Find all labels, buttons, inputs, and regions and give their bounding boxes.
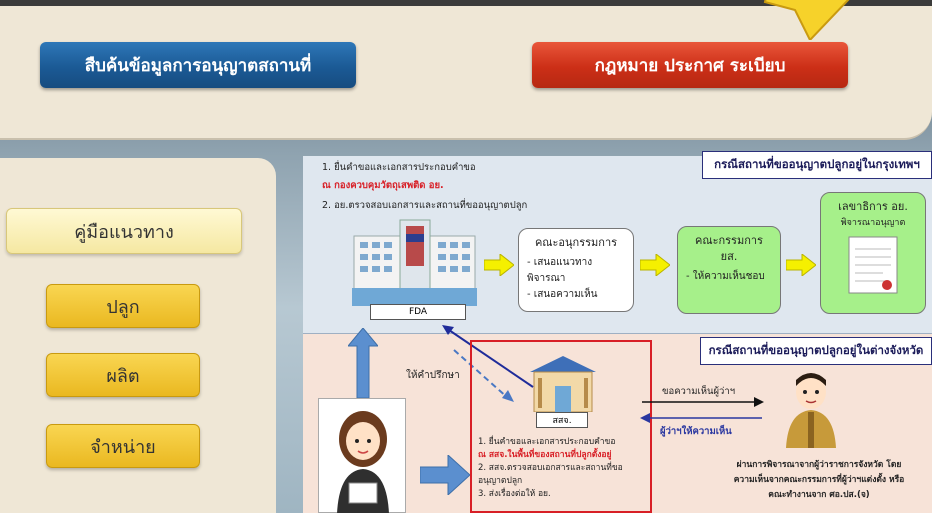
secretary-card: เลขาธิการ อย. พิจารณาอนุญาต [820,192,926,314]
fda-label: FDA [370,304,466,320]
subcommittee-item: - เสนอความเห็น [527,289,598,300]
bangkok-case-label: กรณีสถานที่ขออนุญาตปลูกอยู่ในกรุงเทพฯ [702,151,932,179]
subcommittee-title: คณะอนุกรรมการ [534,236,618,249]
menu-distribute-button[interactable]: จำหน่าย [46,424,200,468]
step2-text: 2. อย.ตรวจสอบเอกสารและสถานที่ขออนุญาตปลู… [322,200,528,211]
committee-item: - ให้ความเห็นชอบ [686,271,765,282]
search-permit-button[interactable]: สืบค้นข้อมูลการอนุญาตสถานที่ [40,42,356,88]
exchange-arrows [640,397,764,423]
governor-note-line: ความเห็นจากคณะกรรมการที่ผู้ว่าฯแต่งตั้ง … [733,475,905,485]
prov-step3: 3. ส่งเรื่องต่อให้ อย. [478,489,551,499]
governor-icon [786,373,836,448]
committee-card: คณะกรรมการ ยส. - ให้ความเห็นชอบ [677,226,781,314]
committee-sub: ยส. [720,250,738,263]
province-case-label: กรณีสถานที่ขออนุญาตปลูกอยู่ในต่างจังหวัด [700,337,932,365]
guide-header: คู่มือแนวทาง [6,208,242,254]
arrow-right-icon [786,254,816,276]
advice-label: ให้คำปรึกษา [406,370,460,381]
arrow-right-icon [420,455,470,495]
arrow-right-icon [640,254,670,276]
menu-cultivate-button[interactable]: ปลูก [46,284,200,328]
subcommittee-card: คณะอนุกรรมการ - เสนอแนวทางพิจารณา - เสนอ… [518,228,634,312]
office-label: สสจ. [536,412,588,428]
governor-note-line: คณะทำงานจาก ศอ.ปส.(จ) [768,490,870,500]
menu-produce-button[interactable]: ผลิต [46,353,200,397]
star-icon [763,0,850,40]
secretary-title: เลขาธิการ อย. [838,200,908,213]
governor-note-line: ผ่านการพิจารณาจากผู้ว่าราชการจังหวัด โดย [736,460,902,470]
arrow-up-icon [348,328,378,398]
step1-text: 1. ยื่นคำขอและเอกสารประกอบคำขอ [322,162,476,173]
governor-opinion-label: ผู้ว่าฯให้ความเห็น [660,426,732,437]
subcommittee-item: - เสนอแนวทางพิจารณา [527,257,593,284]
arrow-right-icon [484,254,514,276]
committee-title: คณะกรรมการ [695,234,763,247]
permit-document-icon [848,236,898,294]
prov-step1-place: ณ สสจ.ในพื้นที่ของสถานที่ปลูกตั้งอยู่ [478,450,612,460]
provincial-office-icon [530,356,596,412]
applicant-icon [337,411,389,513]
governor-note: ผ่านการพิจารณาจากผู้ว่าราชการจังหวัด โดย… [706,458,932,503]
secretary-sub: พิจารณาอนุญาต [840,218,906,228]
law-regulations-button[interactable]: กฎหมาย ประกาศ ระเบียบ [532,42,848,88]
step1-place: ณ กองควบคุมวัตถุเสพติด อย. [322,180,444,191]
prov-step1: 1. ยื่นคำขอและเอกสารประกอบคำขอ [478,437,616,447]
province-steps: 1. ยื่นคำขอและเอกสารประกอบคำขอ ณ สสจ.ในพ… [478,436,650,501]
fda-building-icon [352,219,477,306]
prov-step2: 2. สสจ.ตรวจสอบเอกสารและสถานที่ขออนุญาตปล… [478,463,623,486]
applicant-image [318,398,406,513]
